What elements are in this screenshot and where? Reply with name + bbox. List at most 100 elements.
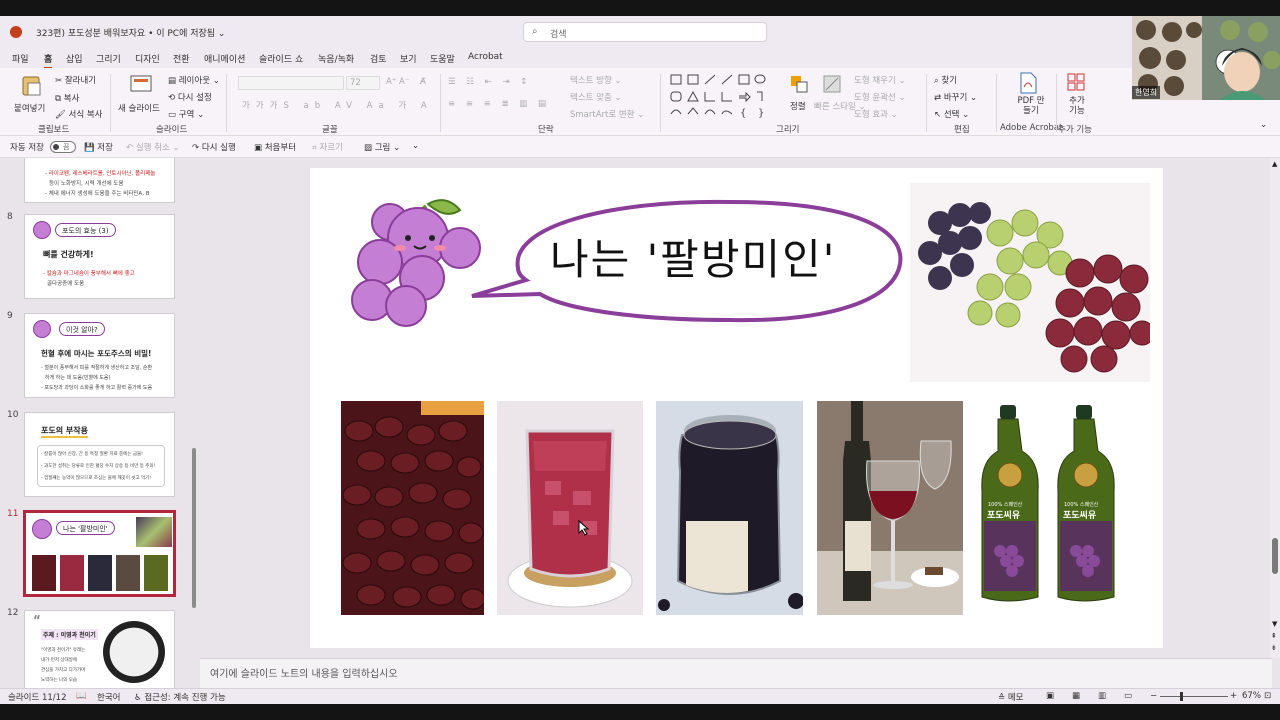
next-slide-icon[interactable]: ⇟ <box>1271 644 1277 652</box>
thumbnail-scrollbar[interactable] <box>190 158 198 688</box>
addins-button[interactable]: 추가 기능 <box>1062 72 1090 120</box>
shape-outline-button[interactable]: 도형 윤곽선 ⌄ <box>854 91 906 103</box>
slide-thumbnail-7[interactable]: - 라이코펜, 레스베라트롤, 안토시아닌, 폴리페놀 등이 노화방지, 시력 … <box>24 158 175 203</box>
create-pdf-button[interactable]: PDF 만들기 <box>1012 72 1045 120</box>
undo-button[interactable]: ↶ 실행 취소 ⌄ <box>126 141 180 153</box>
accessibility-status[interactable]: ♿ 접근성: 계속 진행 가능 <box>134 691 226 703</box>
svg-text:{: { <box>740 108 746 119</box>
tab-design[interactable]: 디자인 <box>135 52 160 65</box>
grape-juice-photo[interactable] <box>497 401 643 615</box>
status-bar: 슬라이드 11/12 📖 한국어 ♿ 접근성: 계속 진행 가능 ≙ 메모 ▣ … <box>0 688 1280 704</box>
current-slide[interactable]: 나는 '팔방미인' 100% 스페인산 포도씨유 100% 스페인산 포도씨유 <box>310 168 1163 648</box>
scroll-down-icon[interactable]: ▼ <box>1272 620 1277 628</box>
font-format-icons[interactable]: 가가가S ab AV Aa 가 A <box>242 99 433 111</box>
tab-draw[interactable]: 그리기 <box>96 52 121 65</box>
zoom-slider-thumb[interactable] <box>1180 692 1183 701</box>
smartart-button[interactable]: SmartArt로 변환 ⌄ <box>570 108 644 120</box>
notes-pane[interactable]: 여기에 슬라이드 노트의 내용을 입력하십시오 <box>200 658 1272 688</box>
font-size-box[interactable]: 72 <box>346 76 380 90</box>
scrollbar-thumb[interactable] <box>192 448 196 608</box>
scroll-up-icon[interactable]: ▲ <box>1272 160 1277 168</box>
language-indicator[interactable]: 한국어 <box>97 691 120 703</box>
find-button[interactable]: ⌕ 찾기 <box>934 74 957 86</box>
oil-label-origin-left: 100% 스페인산 <box>988 502 1023 508</box>
copy-button[interactable]: ⧉ 복사 <box>55 92 79 104</box>
align-icons[interactable]: ≡ ≡ ≡ ≣ ▥ ▤ <box>448 99 550 109</box>
group-addins-label: 추가 기능 <box>1058 125 1092 135</box>
arrange-icon <box>791 76 808 93</box>
grow-font-icon[interactable]: A⁺ A⁻ <box>386 77 409 87</box>
align-text-button[interactable]: 텍스트 맞춤 ⌄ <box>570 91 622 103</box>
section-button[interactable]: ▭ 구역 ⌄ <box>168 108 204 120</box>
tab-help[interactable]: 도움말 <box>430 52 455 65</box>
scrollbar-thumb[interactable] <box>1272 538 1278 574</box>
raisins-photo[interactable] <box>341 401 484 615</box>
ribbon-collapse-icon[interactable]: ⌄ <box>1260 120 1267 130</box>
oil-label-name-left: 포도씨유 <box>987 511 1021 521</box>
arrange-button[interactable]: 정렬 <box>786 74 812 118</box>
shape-effects-button[interactable]: 도형 효과 ⌄ <box>854 108 898 120</box>
canvas-scrollbar[interactable]: ▲ ▼ ⇞ ⇟ <box>1270 158 1280 658</box>
document-title[interactable]: 323편) 포도성분 배워보자요 • 이 PC에 저장됨 ⌄ <box>36 26 225 39</box>
raisins-photo-mini <box>32 555 56 591</box>
fit-to-window-icon[interactable]: ⊡ <box>1264 691 1271 701</box>
slideshow-view-icon[interactable]: ▭ <box>1124 691 1132 701</box>
normal-view-icon[interactable]: ▣ <box>1046 691 1054 701</box>
tab-acrobat[interactable]: Acrobat <box>468 52 503 62</box>
autosave-toggle[interactable]: 끔 <box>50 141 76 153</box>
slide-thumbnail-12[interactable]: “ 주제 : 이영과 천이기 "이영과 천이기" 유래는 내가 먼저 상대방에 … <box>24 610 175 688</box>
slide-thumbnail-8[interactable]: 포도의 효능 (3) 뼈를 건강하게! - 칼슘과 마그네슘이 풍부해서 뼈에 … <box>24 214 175 299</box>
cut-button[interactable]: ✂ 잘라내기 <box>55 74 96 86</box>
select-button[interactable]: ↖ 선택 ⌄ <box>934 108 969 120</box>
zoom-in-icon[interactable]: + <box>1230 691 1237 701</box>
zoom-slider[interactable] <box>1160 692 1228 701</box>
slide-thumbnail-11[interactable]: 나는 '팔방미인' <box>23 510 176 597</box>
reading-view-icon[interactable]: ▥ <box>1098 691 1106 701</box>
shapes-gallery[interactable]: {} <box>668 72 778 122</box>
from-start-button[interactable]: ▣ 처음부터 <box>254 141 296 153</box>
search-box[interactable]: ⌕ 검색 <box>523 22 767 42</box>
tab-home[interactable]: 홈 <box>44 52 53 69</box>
font-name-box[interactable] <box>238 76 344 90</box>
grape-jam-photo[interactable] <box>656 401 803 615</box>
clear-format-icon[interactable]: A̸ <box>420 77 426 87</box>
layout-button[interactable]: ▤ 레이아웃 ⌄ <box>168 74 220 86</box>
undo-icon: ↶ <box>126 143 136 153</box>
format-painter-button[interactable]: 🖌 서식 복사 <box>55 108 102 120</box>
slide-title[interactable]: 나는 '팔방미인' <box>550 226 836 287</box>
new-slide-button[interactable]: 새 슬라이드 <box>118 74 164 118</box>
spellcheck-icon[interactable]: 📖 <box>76 691 87 701</box>
list-icons[interactable]: ☰ ☷ ⇤ ⇥ ↕ <box>448 77 531 87</box>
grape-wine-photo[interactable] <box>817 401 963 615</box>
reset-button[interactable]: ⟲ 다시 설정 <box>168 91 212 103</box>
notes-toggle[interactable]: ≙ 메모 <box>998 691 1023 703</box>
shape-fill-button[interactable]: 도형 채우기 ⌄ <box>854 74 906 86</box>
tab-transitions[interactable]: 전환 <box>173 52 190 65</box>
quick-styles-button[interactable]: 빠른 스타일 ⌄ <box>814 74 866 118</box>
grape-jam-photo-art <box>656 401 803 615</box>
redo-button[interactable]: ↷ 다시 실행 <box>192 141 236 153</box>
grapeseed-oil-photo[interactable]: 100% 스페인산 포도씨유 100% 스페인산 포도씨유 <box>978 401 1124 615</box>
crop-button[interactable]: ⌗ 자르기 <box>312 141 343 153</box>
tab-slideshow[interactable]: 슬라이드 쇼 <box>259 52 303 65</box>
tab-record[interactable]: 녹음/녹화 <box>318 52 354 65</box>
tab-file[interactable]: 파일 <box>12 52 29 65</box>
tab-view[interactable]: 보기 <box>400 52 417 65</box>
slide-sorter-icon[interactable]: ▦ <box>1072 691 1080 701</box>
replace-button[interactable]: ⇄ 바꾸기 ⌄ <box>934 91 977 103</box>
tab-insert[interactable]: 삽입 <box>66 52 83 65</box>
save-button[interactable]: 💾 저장 <box>84 141 113 153</box>
tab-review[interactable]: 검토 <box>370 52 387 65</box>
paste-button[interactable]: 붙여넣기 <box>14 74 48 118</box>
picture-button[interactable]: ▨ 그림 ⌄ <box>364 141 400 153</box>
tab-animations[interactable]: 애니메이션 <box>204 52 245 65</box>
text-direction-button[interactable]: 텍스트 방향 ⌄ <box>570 74 622 86</box>
group-slides-label: 슬라이드 <box>156 125 188 135</box>
grapes-photo[interactable] <box>910 183 1150 382</box>
prev-slide-icon[interactable]: ⇞ <box>1271 632 1277 640</box>
slide-thumbnail-10[interactable]: 포도의 부작용 - 칼륨이 많아 신장, 간 등 특정 질환 치료 중에는 금물… <box>24 412 175 497</box>
zoom-out-icon[interactable]: − <box>1150 691 1157 701</box>
slide-thumbnail-9[interactable]: 이것 알아? 헌혈 후에 마시는 포도주스의 비밀! - 철분이 풍부해서 피를… <box>24 313 175 398</box>
qat-customize-icon[interactable]: ⌄ <box>412 141 419 151</box>
zoom-level[interactable]: 67% <box>1242 691 1261 701</box>
